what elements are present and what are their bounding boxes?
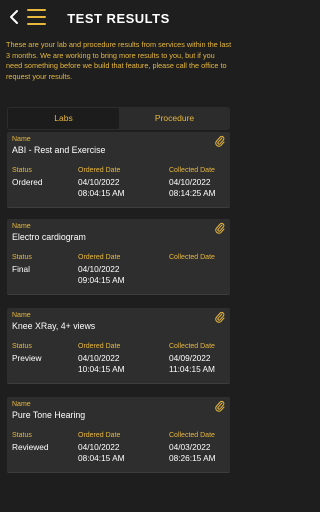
collected-date-label: Collected Date [169, 167, 215, 174]
collected-date-label: Collected Date [169, 254, 215, 261]
ordered-date: 04/10/2022 [78, 264, 120, 274]
test-name: ABI - Rest and Exercise [12, 145, 106, 155]
status-label: Status [12, 432, 32, 439]
name-label: Name [12, 312, 31, 319]
collected-time: 08:14:25 AM [169, 188, 216, 198]
result-card[interactable]: Name Electro cardiogram Status Final Ord… [7, 219, 230, 295]
status-label: Status [12, 343, 32, 350]
page-title: TEST RESULTS [67, 11, 170, 26]
result-card[interactable]: Name Pure Tone Hearing Status Reviewed O… [7, 397, 230, 473]
name-label: Name [12, 401, 31, 408]
status-value: Ordered [12, 177, 43, 187]
ordered-date-label: Ordered Date [78, 432, 121, 439]
collected-time: 11:04:15 AM [169, 364, 215, 374]
test-name: Electro cardiogram [12, 232, 86, 242]
ordered-date-label: Ordered Date [78, 343, 121, 350]
status-value: Final [12, 264, 30, 274]
status-label: Status [12, 167, 32, 174]
test-name: Knee XRay, 4+ views [12, 321, 96, 331]
paperclip-icon[interactable] [215, 311, 225, 323]
tab-procedure[interactable]: Procedure [119, 107, 230, 130]
name-label: Name [12, 136, 31, 143]
status-value: Reviewed [12, 442, 49, 452]
results-tabs: Labs Procedure [7, 107, 230, 130]
collected-date-label: Collected Date [169, 343, 215, 350]
status-value: Preview [12, 353, 42, 363]
name-label: Name [12, 223, 31, 230]
ordered-date-label: Ordered Date [78, 254, 121, 261]
ordered-date: 04/10/2022 [78, 177, 120, 187]
ordered-time: 10:04:15 AM [78, 364, 125, 374]
intro-text: These are your lab and procedure results… [6, 40, 232, 81]
result-card[interactable]: Name ABI - Rest and Exercise Status Orde… [7, 132, 230, 208]
collected-date-label: Collected Date [169, 432, 215, 439]
app-header: TEST RESULTS [0, 0, 237, 36]
collected-date: 04/03/2022 [169, 442, 211, 452]
ordered-date: 04/10/2022 [78, 442, 120, 452]
ordered-time: 08:04:15 AM [78, 188, 125, 198]
ordered-time: 08:04:15 AM [78, 453, 125, 463]
collected-date: 04/10/2022 [169, 177, 211, 187]
collected-date: 04/09/2022 [169, 353, 211, 363]
paperclip-icon[interactable] [215, 400, 225, 412]
collected-time: 08:26:15 AM [169, 453, 216, 463]
tab-labs[interactable]: Labs [8, 108, 119, 129]
test-name: Pure Tone Hearing [12, 410, 86, 420]
ordered-date: 04/10/2022 [78, 353, 120, 363]
paperclip-icon[interactable] [215, 135, 225, 147]
ordered-time: 09:04:15 AM [78, 275, 125, 285]
ordered-date-label: Ordered Date [78, 167, 121, 174]
paperclip-icon[interactable] [215, 222, 225, 234]
status-label: Status [12, 254, 32, 261]
result-card[interactable]: Name Knee XRay, 4+ views Status Preview … [7, 308, 230, 384]
